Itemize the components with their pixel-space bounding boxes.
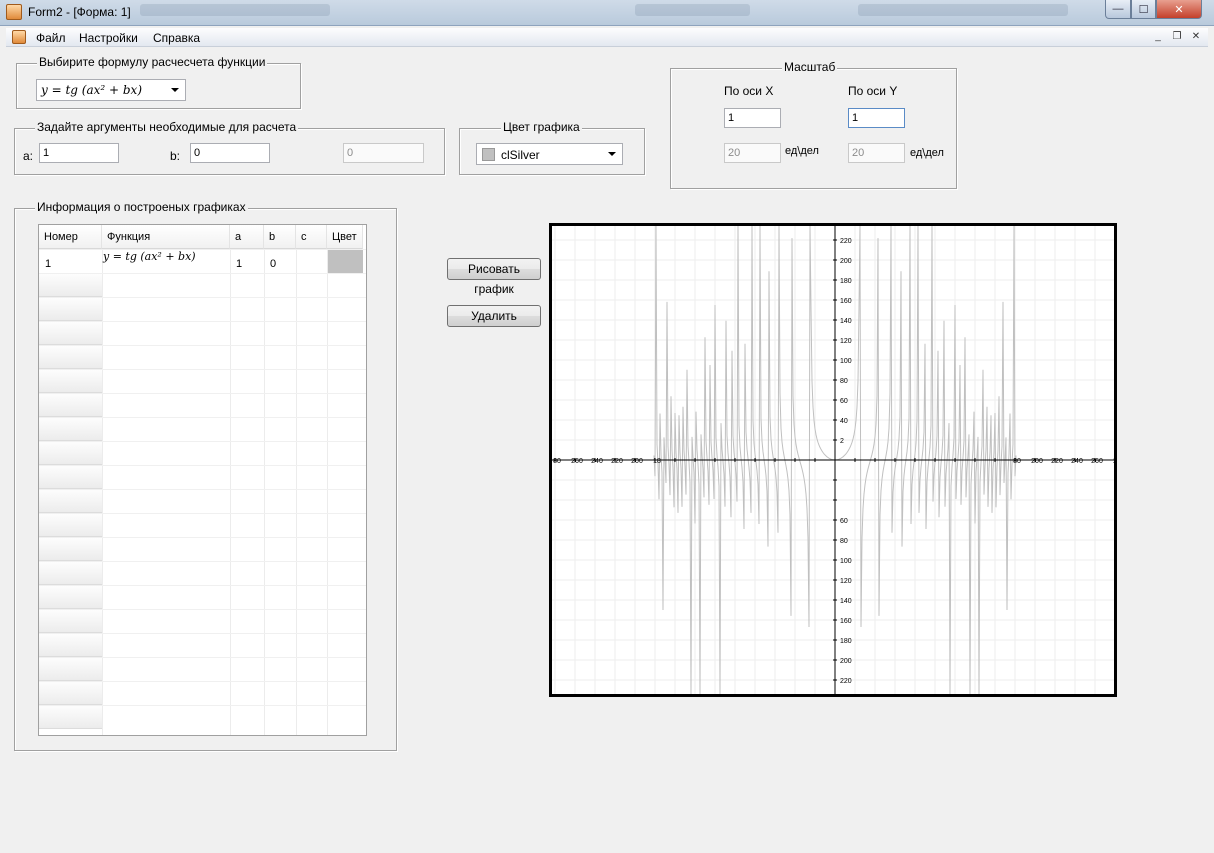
tick-label: 160 — [840, 298, 852, 305]
blurred-taskbar-text — [858, 4, 1068, 16]
column-header-b[interactable]: b — [264, 225, 296, 249]
x-axis-label: По оси X — [724, 84, 774, 98]
delete-button[interactable]: Удалить — [447, 305, 541, 327]
color-select-value: clSilver — [501, 148, 540, 162]
close-button[interactable]: ✕ — [1156, 0, 1202, 19]
column-header-color[interactable]: Цвет — [327, 225, 363, 249]
arg-b-input[interactable]: 0 — [190, 143, 270, 163]
minimize-button[interactable]: — — [1105, 0, 1131, 19]
tick-label: 220 — [1051, 458, 1063, 465]
menu-file[interactable]: Файл — [36, 31, 66, 45]
tick-label: 240 — [591, 458, 603, 465]
color-group-title: Цвет графика — [501, 120, 582, 134]
tick-label: 160 — [840, 618, 852, 625]
tick-label: 28 — [1113, 458, 1114, 465]
tick-label: 200 — [1031, 458, 1043, 465]
window-titlebar: Form2 - [Форма: 1] — ☐ ✕ — [0, 0, 1214, 26]
tick-label: 80 — [553, 458, 561, 465]
tick-label: 200 — [840, 658, 852, 665]
tick-label: 220 — [611, 458, 623, 465]
blurred-taskbar-text — [635, 4, 750, 16]
tick-label: 260 — [571, 458, 583, 465]
tick-label: 60 — [840, 518, 848, 525]
arguments-groupbox: Задайте аргументы необходимые для расчет… — [14, 120, 445, 175]
client-area: Выбирите формулу расчесчета функции y = … — [6, 47, 1208, 847]
color-select[interactable]: clSilver — [476, 143, 623, 165]
x-scale-input[interactable]: 1 — [724, 108, 781, 128]
y-axis-label: По оси Y — [848, 84, 898, 98]
row-function-cell: y = tg (ax² + bx) — [103, 250, 196, 263]
arg-c-input[interactable]: 0 — [343, 143, 424, 163]
menu-settings[interactable]: Настройки — [79, 31, 138, 45]
tick-label: 120 — [840, 338, 852, 345]
formula-group-title: Выбирите формулу расчесчета функции — [37, 55, 268, 69]
y-scale-input[interactable]: 1 — [848, 108, 905, 128]
y-units-label: ед\дел — [910, 147, 944, 159]
menu-bar: Файл Настройки Справка _ ❐ ✕ — [6, 28, 1208, 47]
color-groupbox: Цвет графика clSilver — [459, 120, 645, 175]
tick-label: 140 — [840, 598, 852, 605]
tick-label: 120 — [840, 578, 852, 585]
mdi-close-button[interactable]: ✕ — [1188, 30, 1204, 44]
tick-label: 80 — [1013, 458, 1021, 465]
arguments-group-title: Задайте аргументы необходимые для расчет… — [35, 120, 299, 134]
arg-a-label: a: — [23, 149, 34, 163]
column-header-number[interactable]: Номер — [39, 225, 102, 249]
column-header-a[interactable]: a — [230, 225, 264, 249]
mdi-minimize-button[interactable]: _ — [1150, 30, 1166, 44]
tick-label: 18 — [653, 458, 661, 465]
scale-groupbox: Масштаб По оси X По оси Y 1 1 20 ед\дел … — [670, 60, 957, 189]
draw-graph-button[interactable]: Рисовать график — [447, 258, 541, 296]
formula-groupbox: Выбирите формулу расчесчета функции y = … — [16, 55, 301, 109]
row-color-cell — [328, 250, 363, 273]
row-a-cell: 1 — [236, 258, 243, 270]
blurred-taskbar-text — [140, 4, 330, 16]
tick-label: 100 — [840, 558, 852, 565]
app-icon — [6, 4, 22, 20]
tick-label: 180 — [840, 638, 852, 645]
mdi-restore-button[interactable]: ❐ — [1169, 30, 1185, 44]
arg-a-input[interactable]: 1 — [39, 143, 119, 163]
column-header-c[interactable]: c — [296, 225, 327, 249]
column-header-function[interactable]: Функция — [102, 225, 230, 249]
maximize-button[interactable]: ☐ — [1131, 0, 1156, 19]
row-b-cell: 0 — [270, 258, 277, 270]
tick-label: 180 — [840, 278, 852, 285]
graph-canvas[interactable]: 8026024022020018802002202402602822020018… — [549, 223, 1117, 697]
graph-plot: 8026024022020018802002202402602822020018… — [552, 226, 1114, 694]
tick-label: 100 — [840, 358, 852, 365]
tick-label: 140 — [840, 318, 852, 325]
tick-label: 2 — [840, 438, 844, 445]
tick-label: 40 — [840, 418, 848, 425]
graphs-info-group-title: Информация о построеных графиках — [35, 200, 248, 214]
tick-label: 220 — [840, 238, 852, 245]
tick-label: 80 — [840, 538, 848, 545]
tick-label: 240 — [1071, 458, 1083, 465]
tick-label: 200 — [631, 458, 643, 465]
tick-label: 60 — [840, 398, 848, 405]
window-title: Form2 - [Форма: 1] — [28, 5, 131, 19]
row-number-cell: 1 — [45, 258, 52, 270]
x-units-input[interactable]: 20 — [724, 143, 781, 163]
tick-label: 80 — [840, 378, 848, 385]
formula-select[interactable]: y = tg (ax² + bx) — [36, 79, 186, 101]
menu-help[interactable]: Справка — [153, 31, 200, 45]
tick-label: 220 — [840, 678, 852, 685]
mdi-child-icon[interactable] — [12, 30, 26, 44]
scale-group-title: Масштаб — [782, 60, 838, 74]
formula-select-value: y = tg (ax² + bx) — [41, 83, 143, 97]
color-swatch — [482, 148, 495, 161]
x-units-label: ед\дел — [785, 145, 819, 157]
chevron-down-icon — [608, 152, 616, 156]
tick-label: 260 — [1091, 458, 1103, 465]
chevron-down-icon — [171, 88, 179, 92]
graphs-table[interactable]: Номер Функция a b c Цвет 1 y = tg (ax² +… — [38, 224, 367, 736]
tick-label: 200 — [840, 258, 852, 265]
y-units-input[interactable]: 20 — [848, 143, 905, 163]
arg-b-label: b: — [170, 149, 181, 163]
